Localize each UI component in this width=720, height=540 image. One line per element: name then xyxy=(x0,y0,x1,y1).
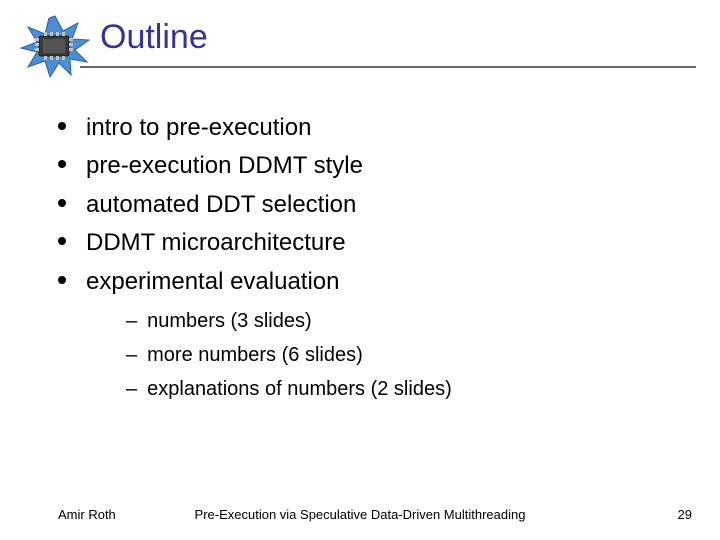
bullet-text: pre-execution DDMT style xyxy=(86,150,363,182)
slide-title: Outline xyxy=(100,18,208,57)
dash-icon: – xyxy=(126,306,137,336)
footer-page-number: 29 xyxy=(678,507,692,522)
bullet-item: DDMT microarchitecture xyxy=(58,227,696,259)
bullet-icon xyxy=(58,276,66,284)
sub-bullet-item: – numbers (3 slides) xyxy=(126,306,696,336)
title-underline xyxy=(80,66,696,68)
dash-icon: – xyxy=(126,340,137,370)
sub-bullet-text: more numbers (6 slides) xyxy=(147,340,363,370)
bullet-icon xyxy=(58,122,66,130)
slide: Outline intro to pre-execution pre-execu… xyxy=(0,0,720,540)
bullet-icon xyxy=(58,237,66,245)
bullet-text: experimental evaluation xyxy=(86,266,340,298)
slide-footer: Amir Roth Pre-Execution via Speculative … xyxy=(0,507,720,522)
bullet-icon xyxy=(58,199,66,207)
bullet-text: intro to pre-execution xyxy=(86,112,311,144)
bullet-text: DDMT microarchitecture xyxy=(86,227,346,259)
bullet-item: automated DDT selection xyxy=(58,189,696,221)
bullet-item: pre-execution DDMT style xyxy=(58,150,696,182)
sub-bullet-item: – more numbers (6 slides) xyxy=(126,340,696,370)
bullet-item: experimental evaluation xyxy=(58,266,696,298)
footer-title: Pre-Execution via Speculative Data-Drive… xyxy=(195,507,526,522)
sub-bullet-text: explanations of numbers (2 slides) xyxy=(147,374,452,404)
bullet-icon xyxy=(58,160,66,168)
slide-header: Outline xyxy=(24,14,696,76)
bullet-text: automated DDT selection xyxy=(86,189,356,221)
sub-bullet-list: – numbers (3 slides) – more numbers (6 s… xyxy=(126,306,696,404)
dash-icon: – xyxy=(126,374,137,404)
chip-starburst-icon xyxy=(16,14,94,80)
sub-bullet-item: – explanations of numbers (2 slides) xyxy=(126,374,696,404)
sub-bullet-text: numbers (3 slides) xyxy=(147,306,312,336)
footer-author: Amir Roth xyxy=(58,507,116,522)
bullet-item: intro to pre-execution xyxy=(58,112,696,144)
slide-content: intro to pre-execution pre-execution DDM… xyxy=(58,112,696,404)
